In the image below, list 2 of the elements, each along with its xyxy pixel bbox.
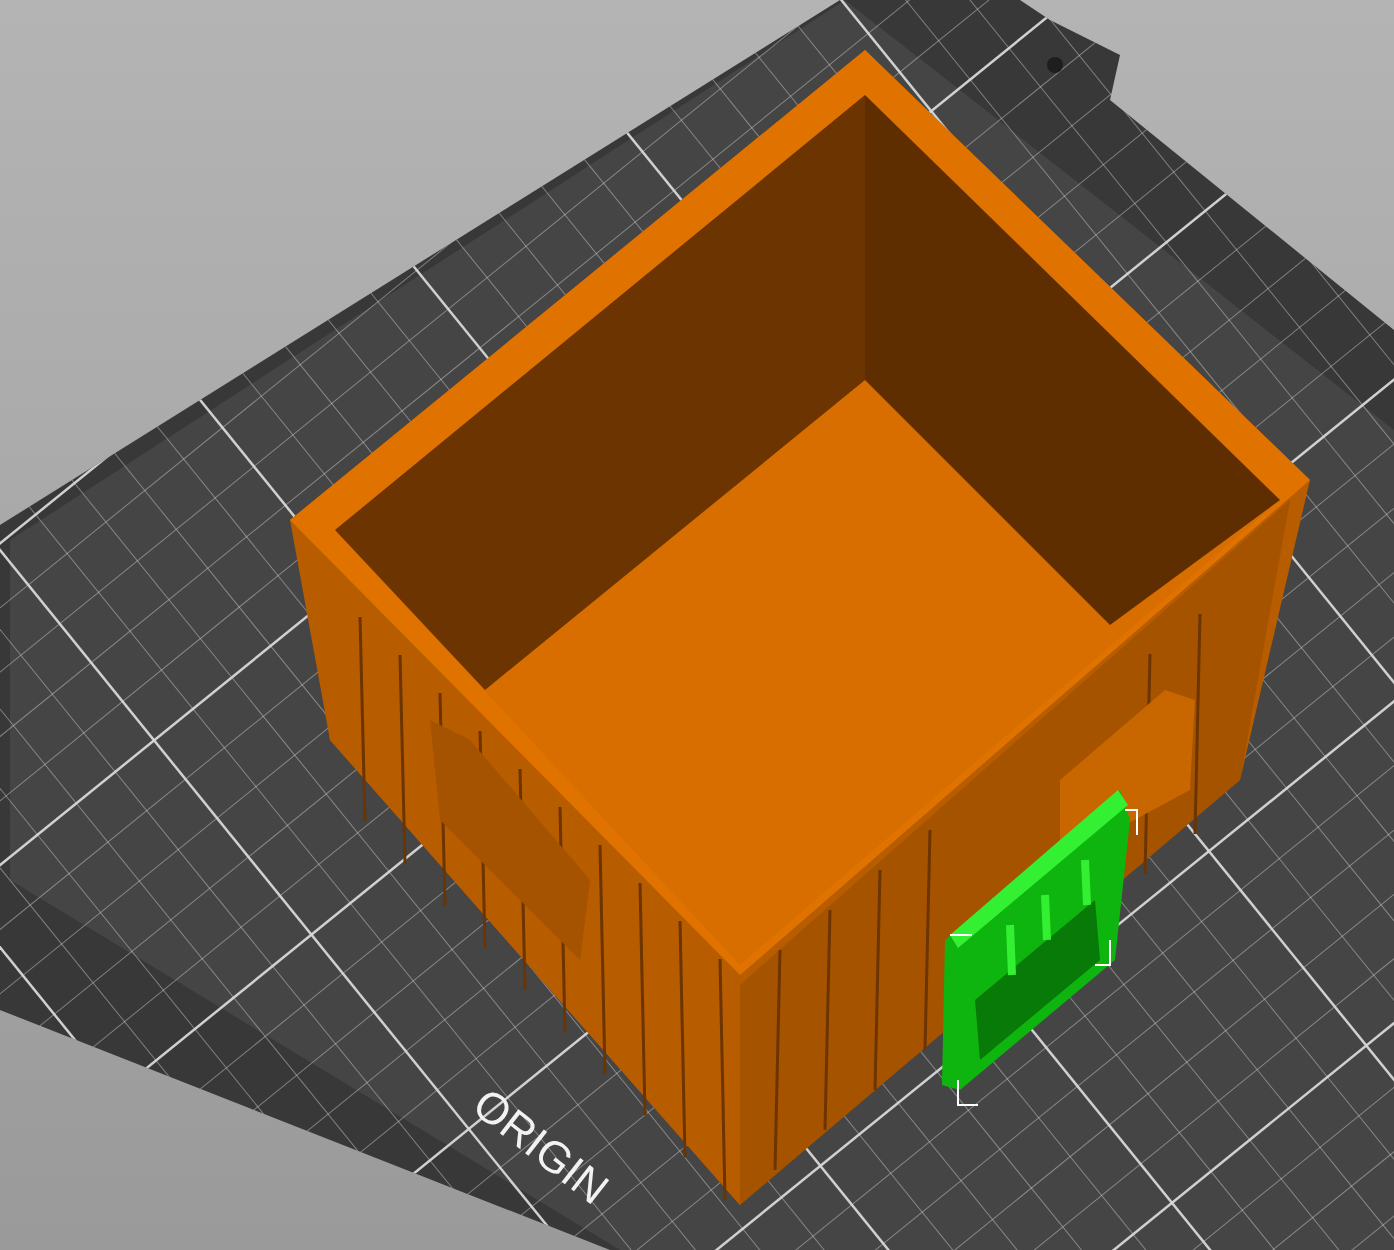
- container-model[interactable]: [290, 50, 1310, 1205]
- door-panel-model[interactable]: [942, 790, 1138, 1106]
